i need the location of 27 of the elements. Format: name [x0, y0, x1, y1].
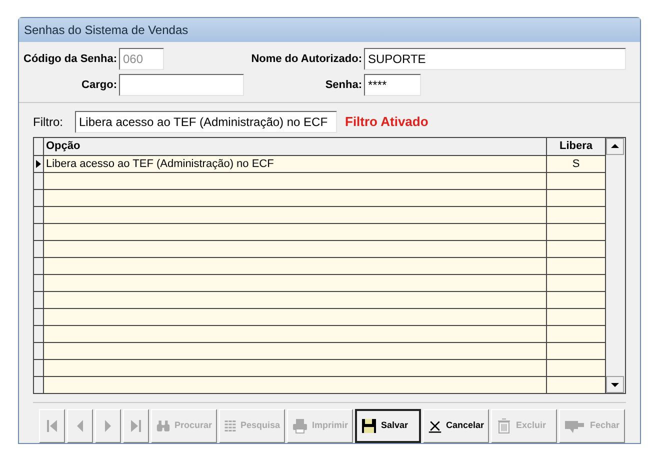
window-title: Senhas do Sistema de Vendas — [19, 18, 640, 42]
role-field[interactable] — [119, 74, 244, 96]
filter-label: Filtro: — [33, 114, 64, 131]
name-field[interactable]: SUPORTE — [364, 48, 626, 70]
scroll-down-icon[interactable] — [606, 376, 624, 393]
scrollbar[interactable] — [605, 138, 625, 393]
last-record-icon — [128, 418, 144, 434]
field-label: Cargo: — [80, 78, 118, 93]
password-field[interactable]: **** — [364, 74, 421, 96]
field-label: Senha: — [324, 78, 363, 93]
filter-status: Filtro Ativado — [345, 113, 428, 132]
table-cell-text: S — [571, 156, 581, 172]
column-header: Libera — [558, 138, 594, 154]
printer-icon — [292, 418, 308, 434]
trash-icon — [496, 418, 512, 434]
binoculars-icon — [156, 418, 170, 434]
column-header: Opção — [44, 138, 547, 155]
grid-icon — [224, 418, 236, 434]
toolbar-button[interactable]: Salvar — [355, 409, 421, 443]
exit-icon — [564, 418, 586, 434]
table-cell: Libera acesso ao TEF (Administração) no ECF — [44, 156, 547, 172]
field-label: Código da Senha: — [22, 52, 118, 67]
first-record-icon — [44, 418, 60, 434]
toolbar-button[interactable]: Cancelar — [423, 409, 489, 443]
field-label: Nome do Autorizado: — [250, 52, 363, 67]
scroll-up-icon[interactable] — [606, 138, 624, 155]
filter-field[interactable]: Libera acesso ao TEF (Administração) no ECF — [75, 110, 337, 133]
